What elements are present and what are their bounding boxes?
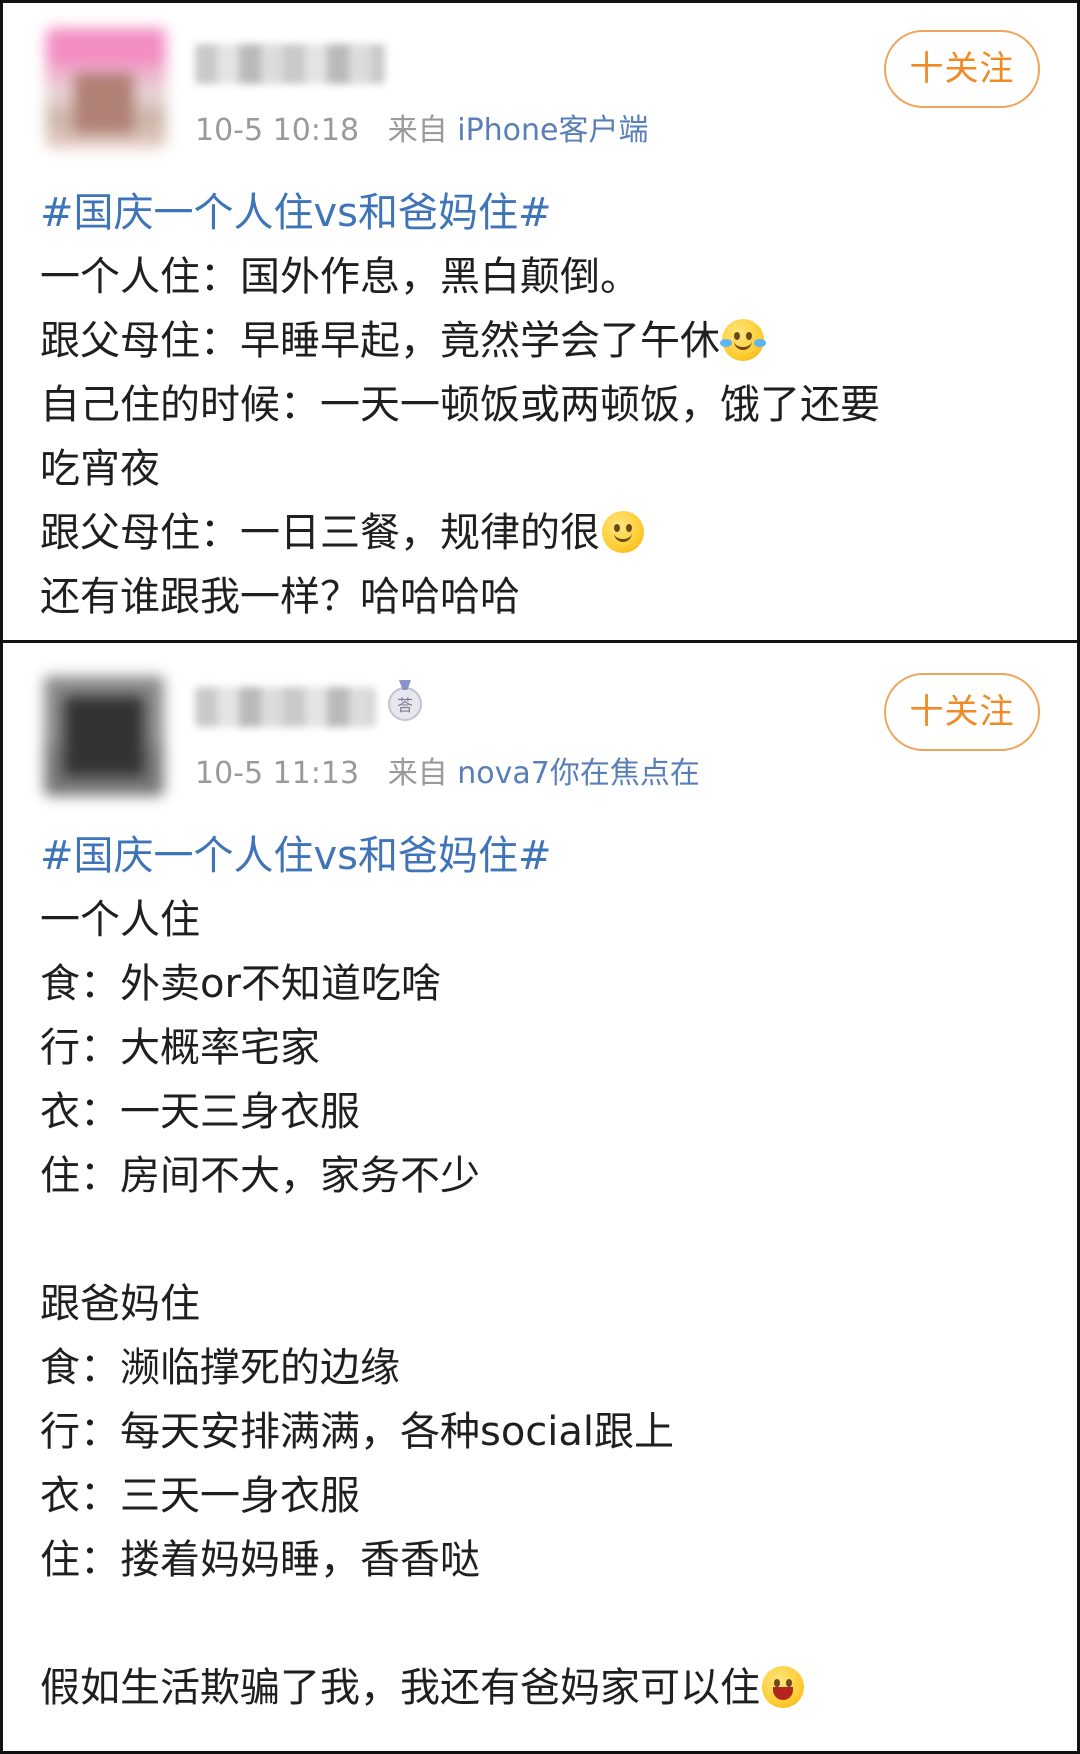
post-time: 10-5 10:18 xyxy=(195,113,360,148)
medal-badge-icon: 荅 xyxy=(388,687,422,721)
weibo-post-2: 荅 10-5 11:13 来自 nova7你在焦点在 十关注 #国庆一个人住vs… xyxy=(0,643,1080,1754)
post-content: #国庆一个人住vs和爸妈住# 一个人住：国外作息，黑白颠倒。 跟父母住：早睡早起… xyxy=(40,181,1050,629)
post-time: 10-5 11:13 xyxy=(195,756,360,791)
content-line: 假如生活欺骗了我，我还有爸妈家可以住 xyxy=(40,1656,1050,1720)
username-blurred[interactable] xyxy=(195,44,385,84)
topic-hashtag[interactable]: #国庆一个人住vs和爸妈住# xyxy=(40,181,1050,245)
content-line: 自己住的时候：一天一顿饭或两顿饭，饿了还要 xyxy=(40,382,880,428)
content-line: 吃宵夜 xyxy=(40,446,160,492)
avatar[interactable] xyxy=(44,676,164,796)
content-line: 一个人住 xyxy=(40,897,200,943)
source-prefix: 来自 xyxy=(387,756,448,791)
source-prefix: 来自 xyxy=(387,113,448,148)
content-line: 衣：三天一身衣服 xyxy=(40,1473,360,1519)
content-line: 还有谁跟我一样？哈哈哈哈 xyxy=(40,574,520,620)
avatar[interactable] xyxy=(46,28,166,148)
content-line: 住：房间不大，家务不少 xyxy=(40,1153,480,1199)
content-line: 衣：一天三身衣服 xyxy=(40,1089,360,1135)
content-line: 食：外卖or不知道吃啥 xyxy=(40,961,441,1007)
content-line: 行：大概率宅家 xyxy=(40,1025,320,1071)
post-meta: 10-5 10:18 来自 iPhone客户端 xyxy=(195,105,649,149)
source-device[interactable]: nova7你在焦点在 xyxy=(457,756,700,791)
content-line: 住：搂着妈妈睡，香香哒 xyxy=(40,1537,480,1583)
smile-emoji xyxy=(602,511,644,553)
content-line: 一个人住：国外作息，黑白颠倒。 xyxy=(40,254,640,300)
content-line: 跟父母住：一日三餐，规律的很 xyxy=(40,501,1050,565)
username-blurred[interactable] xyxy=(195,687,375,727)
post-content: #国庆一个人住vs和爸妈住# 一个人住 食：外卖or不知道吃啥 行：大概率宅家 … xyxy=(40,824,1050,1720)
weibo-post-1: 10-5 10:18 来自 iPhone客户端 十关注 #国庆一个人住vs和爸妈… xyxy=(0,0,1080,643)
source-device[interactable]: iPhone客户端 xyxy=(457,113,648,148)
post-meta: 10-5 11:13 来自 nova7你在焦点在 xyxy=(195,748,700,792)
content-line: 食：濒临撑死的边缘 xyxy=(40,1345,400,1391)
follow-button[interactable]: 十关注 xyxy=(884,673,1040,751)
topic-hashtag[interactable]: #国庆一个人住vs和爸妈住# xyxy=(40,824,1050,888)
content-line: 跟父母住：早睡早起，竟然学会了午休 xyxy=(40,309,1050,373)
grin-emoji xyxy=(762,1666,804,1708)
laugh-tears-emoji xyxy=(720,319,766,361)
content-line: 跟爸妈住 xyxy=(40,1281,200,1327)
content-line: 行：每天安排满满，各种social跟上 xyxy=(40,1409,675,1455)
follow-button[interactable]: 十关注 xyxy=(884,30,1040,108)
